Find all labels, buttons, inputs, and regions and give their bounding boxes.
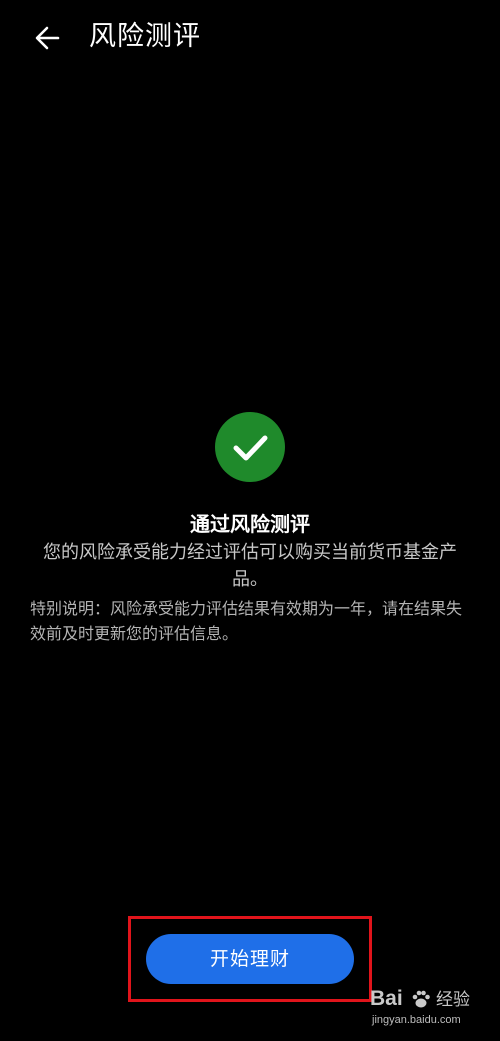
watermark-url: jingyan.baidu.com (372, 1014, 461, 1026)
check-circle-icon (215, 412, 285, 482)
top-app-bar: 风险测评 (0, 0, 500, 76)
watermark-brand-suffix: 经验 (436, 990, 470, 1010)
result-note: 特别说明：风险承受能力评估结果有效期为一年，请在结果失效前及时更新您的评估信息。 (30, 599, 463, 643)
watermark-logo-text: Bai (370, 987, 403, 1010)
result-title: 通过风险测评 (190, 512, 310, 536)
page-title: 风险测评 (89, 21, 201, 52)
back-button[interactable] (30, 20, 66, 56)
result-description: 您的风险承受能力经过评估可以购买当前货币基金产品。 (43, 542, 457, 590)
paw-icon (412, 990, 430, 1008)
start-investing-button[interactable]: 开始理财 (146, 934, 354, 984)
baidu-jingyan-watermark: Bai 经验 jingyan.baidu.com (370, 987, 490, 1029)
arrow-left-icon (35, 26, 60, 50)
